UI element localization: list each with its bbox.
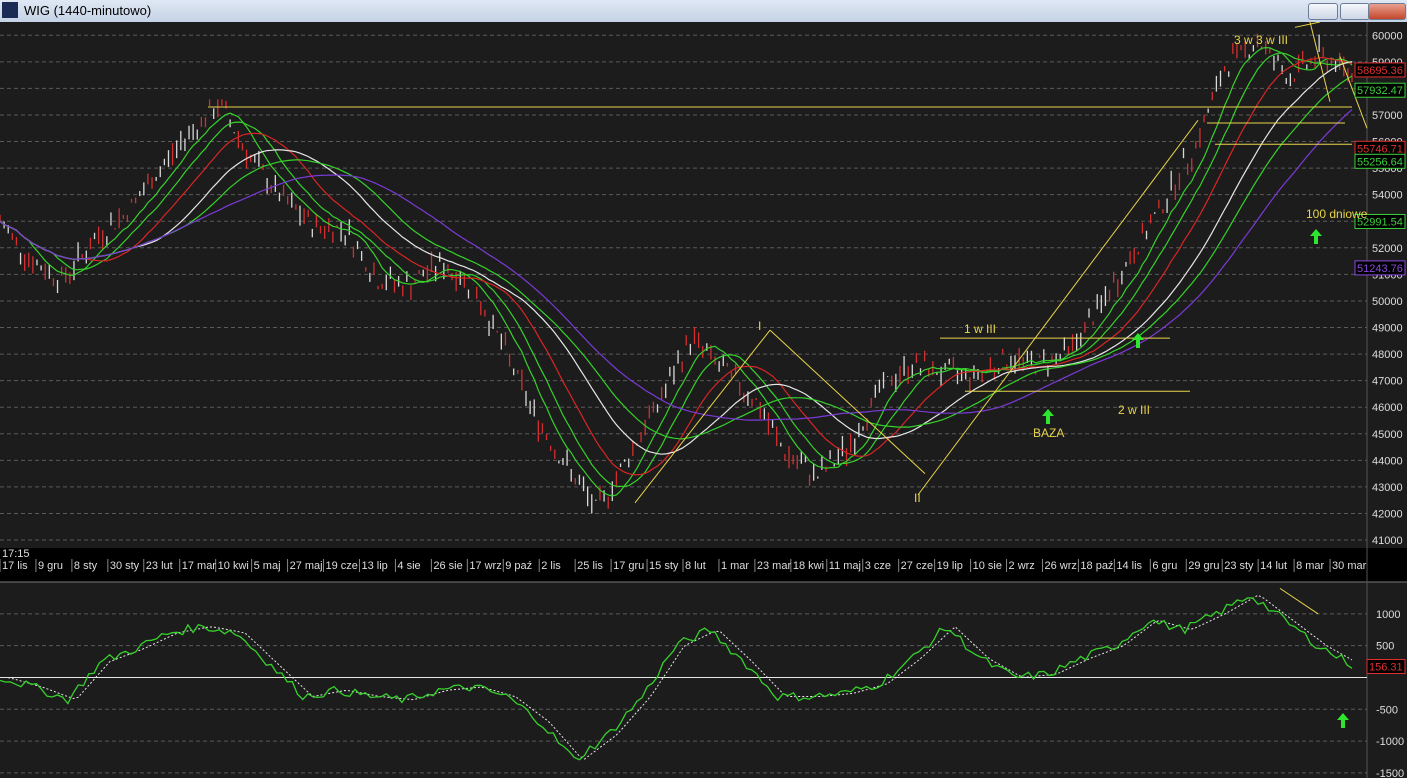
x-tick-label: 27 maj bbox=[290, 560, 323, 572]
annotation-label: 100 dniowe bbox=[1306, 207, 1368, 221]
x-tick-label: 10 sie bbox=[973, 560, 1002, 572]
y-tick-label: 52000 bbox=[1372, 243, 1403, 255]
x-tick-label: 17 wrz bbox=[469, 560, 501, 572]
x-tick-label: 8 sty bbox=[74, 560, 98, 572]
last-value-label: 51243.76 bbox=[1357, 263, 1403, 275]
y-tick-label: 45000 bbox=[1372, 429, 1403, 441]
time-label: 17:15 bbox=[2, 548, 30, 560]
x-tick-label: 17 mar bbox=[182, 560, 217, 572]
x-tick-label: 3 cze bbox=[865, 560, 891, 572]
chart-area: 41000 42000 43000 44000 45000 46000 47000 48000… bbox=[0, 22, 1407, 778]
x-tick-label: 2 lis bbox=[541, 560, 561, 572]
last-value-label: 57932.47 bbox=[1357, 85, 1403, 97]
annotation-label: 2 w III bbox=[1118, 403, 1150, 417]
x-tick-label: 23 sty bbox=[1224, 560, 1254, 572]
last-value-label: 55746.71 bbox=[1357, 143, 1403, 155]
x-tick-label: 26 wrz bbox=[1044, 560, 1076, 572]
y-tick-label: 49000 bbox=[1372, 323, 1403, 335]
x-tick-label: 19 cze bbox=[326, 560, 358, 572]
x-tick-label: 26 sie bbox=[433, 560, 462, 572]
y-tick-label: 48000 bbox=[1372, 349, 1403, 361]
close-button[interactable] bbox=[1368, 3, 1406, 20]
x-tick-label: 17 gru bbox=[613, 560, 644, 572]
oscillator-last-value-label: 156.31 bbox=[1369, 662, 1403, 674]
x-tick-label: 9 gru bbox=[38, 560, 63, 572]
oscillator-tick-label: 500 bbox=[1376, 641, 1394, 653]
window-title: WIG (1440-minutowo) bbox=[24, 3, 152, 18]
x-tick-label: 10 kwi bbox=[218, 560, 249, 572]
y-tick-label: 57000 bbox=[1372, 110, 1403, 122]
y-tick-label: 60000 bbox=[1372, 30, 1403, 42]
main-panel-bg bbox=[0, 22, 1407, 548]
annotation-label: BAZA bbox=[1033, 426, 1064, 440]
restore-button[interactable] bbox=[1340, 3, 1370, 20]
oscillator-tick-label: -1000 bbox=[1376, 736, 1404, 748]
oscillator-panel-bg bbox=[0, 582, 1407, 778]
x-tick-label: 13 lip bbox=[361, 560, 387, 572]
oscillator-tick-label: -1500 bbox=[1376, 768, 1404, 778]
annotation-label: 3 w 3 w III bbox=[1234, 33, 1288, 47]
last-value-label: 55256.64 bbox=[1357, 156, 1403, 168]
x-tick-label: 25 lis bbox=[577, 560, 603, 572]
annotation-label: I bbox=[758, 319, 761, 333]
x-tick-label: 30 mar bbox=[1332, 560, 1367, 572]
x-tick-label: 29 gru bbox=[1188, 560, 1219, 572]
x-tick-label: 14 lut bbox=[1260, 560, 1287, 572]
x-tick-label: 27 cze bbox=[901, 560, 933, 572]
x-tick-label: 1 mar bbox=[721, 560, 749, 572]
x-tick-label: 5 maj bbox=[254, 560, 281, 572]
x-tick-label: 18 paź bbox=[1080, 560, 1113, 572]
x-tick-label: 9 paź bbox=[505, 560, 532, 572]
minimize-button[interactable] bbox=[1308, 3, 1338, 20]
annotation-label: 1 w III bbox=[964, 322, 996, 336]
x-tick-label: 23 lut bbox=[146, 560, 173, 572]
x-tick-label: 2 wrz bbox=[1009, 560, 1035, 572]
app-icon bbox=[2, 2, 18, 18]
y-tick-label: 46000 bbox=[1372, 402, 1403, 414]
oscillator-tick-label: 1000 bbox=[1376, 609, 1400, 621]
x-tick-label: 19 lip bbox=[937, 560, 963, 572]
y-tick-label: 50000 bbox=[1372, 296, 1403, 308]
x-tick-label: 8 mar bbox=[1296, 560, 1324, 572]
y-tick-label: 43000 bbox=[1372, 482, 1403, 494]
window-titlebar: WIG (1440-minutowo) bbox=[0, 0, 1407, 23]
x-tick-label: 8 lut bbox=[685, 560, 706, 572]
y-tick-label: 44000 bbox=[1372, 455, 1403, 467]
x-tick-label: 30 sty bbox=[110, 560, 140, 572]
y-tick-label: 41000 bbox=[1372, 535, 1403, 547]
x-tick-label: 11 maj bbox=[829, 560, 861, 572]
last-value-label: 58695.36 bbox=[1357, 65, 1403, 77]
y-tick-label: 54000 bbox=[1372, 190, 1403, 202]
x-tick-label: 18 kwi bbox=[793, 560, 824, 572]
x-tick-label: 4 sie bbox=[397, 560, 420, 572]
y-tick-label: 42000 bbox=[1372, 508, 1403, 520]
x-tick-label: 17 lis bbox=[2, 560, 28, 572]
oscillator-tick-label: -500 bbox=[1376, 704, 1398, 716]
x-tick-label: 6 gru bbox=[1152, 560, 1177, 572]
x-tick-label: 15 sty bbox=[649, 560, 679, 572]
y-tick-label: 47000 bbox=[1372, 376, 1403, 388]
annotation-label: II bbox=[914, 491, 921, 505]
x-tick-label: 14 lis bbox=[1116, 560, 1142, 572]
x-tick-label: 23 mar bbox=[757, 560, 792, 572]
